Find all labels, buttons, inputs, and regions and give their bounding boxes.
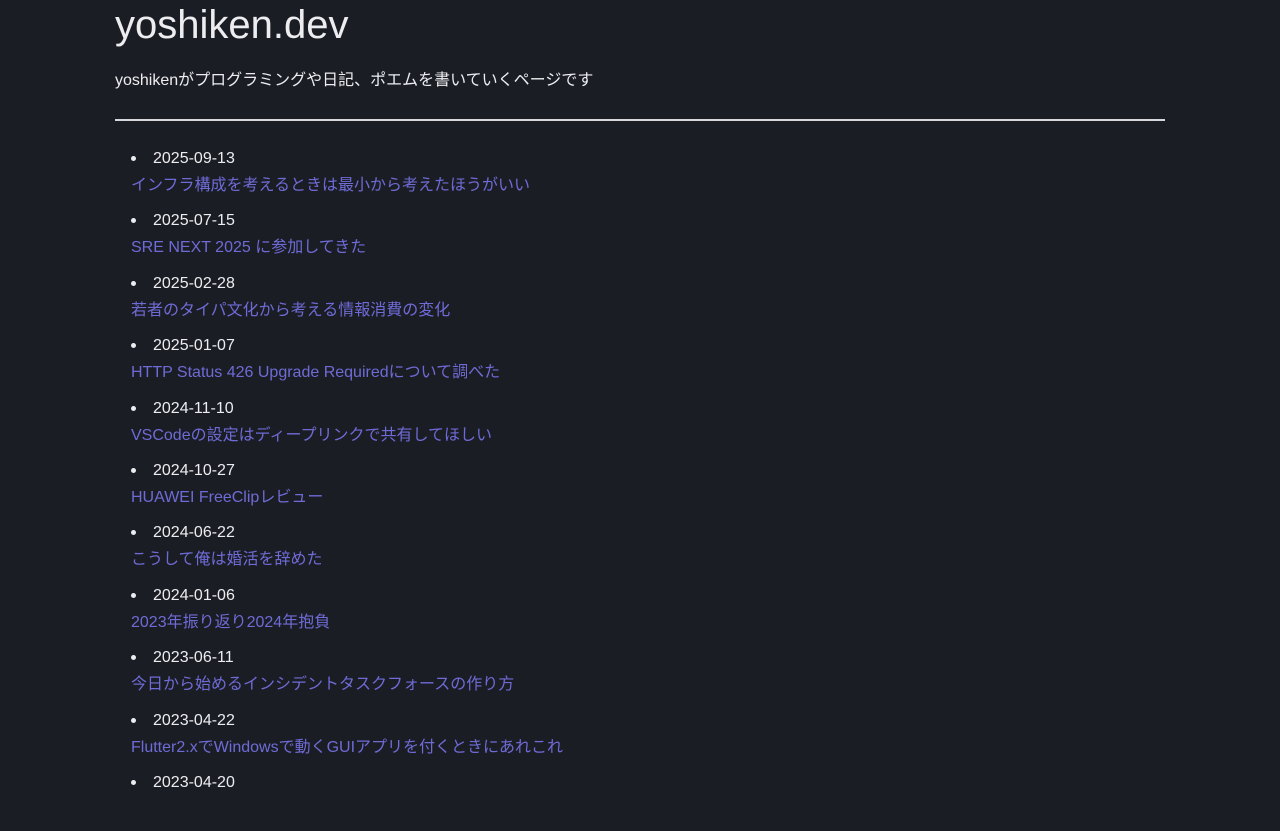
bullet-icon: [131, 156, 136, 161]
post-title-link[interactable]: 今日から始めるインシデントタスクフォースの作り方: [131, 675, 514, 695]
bullet-icon: [131, 343, 136, 349]
bullet-icon: [131, 405, 136, 411]
post-title-link[interactable]: Flutter2.xでWindowsで動くGUIアプリを付くときにあれこれ: [131, 738, 563, 758]
post-date: 2024-10-27: [153, 461, 235, 479]
post-date: 2024-01-06: [153, 586, 235, 604]
bullet-icon: [131, 592, 136, 598]
post-title-link[interactable]: 若者のタイパ文化から考える情報消費の変化: [131, 301, 450, 321]
post-date: 2024-11-10: [153, 399, 234, 417]
post-date: 2025-09-13: [153, 150, 235, 167]
post-date: 2024-06-22: [153, 524, 235, 542]
post-date: 2025-01-07: [153, 337, 235, 355]
post-title-link[interactable]: SRE NEXT 2025 に参加してきた: [131, 238, 366, 258]
bullet-icon: [131, 218, 136, 224]
site-title[interactable]: yoshiken.dev: [115, 2, 348, 48]
post-date: 2025-07-15: [153, 212, 235, 230]
bullet-icon: [131, 280, 136, 286]
post-title-link[interactable]: HTTP Status 426 Upgrade Requiredについて調べた: [131, 363, 500, 383]
bullet-icon: [131, 717, 136, 723]
post-date: 2023-06-11: [153, 649, 234, 667]
header-divider: [115, 119, 1165, 121]
site-tagline: yoshikenがプログラミングや日記、ポエムを書いていくページです: [115, 72, 594, 89]
post-date: 2025-02-28: [153, 274, 235, 292]
post-title-link[interactable]: VSCodeの設定はディープリンクで共有してほしい: [131, 426, 492, 446]
bullet-icon: [131, 655, 136, 661]
post-title-link[interactable]: こうして俺は婚活を辞めた: [131, 550, 323, 570]
post-date: 2023-04-22: [153, 711, 235, 729]
post-title-link[interactable]: HUAWEI FreeClipレビュー: [131, 488, 323, 508]
post-date: 2023-04-20: [153, 773, 235, 791]
bullet-icon: [131, 467, 136, 473]
post-title-link[interactable]: インフラ構成を考えるときは最小から考えたほうがいい: [131, 176, 530, 196]
bullet-icon: [131, 779, 136, 785]
post-title-link[interactable]: 2023年振り返り2024年抱負: [131, 613, 330, 633]
bullet-icon: [131, 530, 136, 536]
